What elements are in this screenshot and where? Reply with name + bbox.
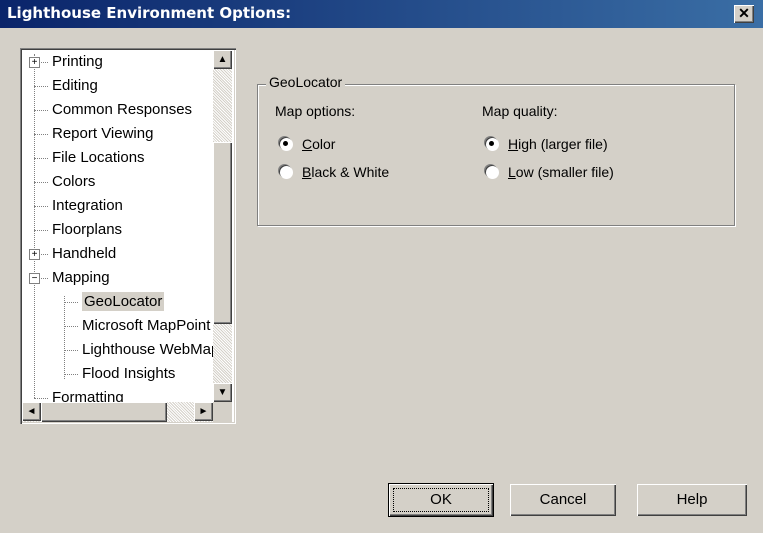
radio-button[interactable] — [485, 165, 498, 178]
expand-icon[interactable]: + — [29, 57, 40, 68]
tree-connector — [34, 110, 48, 111]
tree-item-lighthouse-webmap[interactable]: Lighthouse WebMap — [82, 338, 215, 362]
tree-connector — [64, 326, 78, 327]
radio-button[interactable] — [279, 165, 292, 178]
tree-item-geolocator[interactable]: GeoLocator — [82, 290, 165, 314]
tree-connector — [34, 54, 35, 398]
window-title: Lighthouse Environment Options: — [7, 4, 292, 22]
tree-connector — [34, 134, 48, 135]
tree-view[interactable]: + Printing Editing Common Responses Repo… — [22, 50, 215, 402]
map-options-label: Map options: — [275, 103, 356, 119]
tree-item-integration[interactable]: Integration — [52, 194, 123, 218]
tree-item-editing[interactable]: Editing — [52, 74, 98, 98]
tree-item-colors[interactable]: Colors — [52, 170, 95, 194]
tree-item-common-responses[interactable]: Common Responses — [52, 98, 192, 122]
ok-button[interactable]: OK — [388, 483, 494, 517]
group-title: GeoLocator — [266, 74, 346, 90]
scrollbar-corner — [213, 402, 232, 422]
tree-item-floorplans[interactable]: Floorplans — [52, 218, 122, 242]
vertical-scroll-thumb[interactable] — [213, 142, 232, 324]
cancel-button[interactable]: Cancel — [510, 484, 616, 516]
horizontal-scrollbar[interactable]: ◄ ► — [22, 402, 213, 422]
tree-connector — [64, 296, 65, 379]
collapse-icon[interactable]: − — [29, 273, 40, 284]
tree-item-mapping[interactable]: Mapping — [52, 266, 110, 290]
tree-item-flood-insights[interactable]: Flood Insights — [82, 362, 175, 386]
tree-connector — [34, 182, 48, 183]
radio-black-white-label[interactable]: Black & White — [302, 164, 389, 180]
radio-low-label[interactable]: Low (smaller file) — [508, 164, 614, 180]
vertical-scrollbar[interactable]: ▲ ▼ — [213, 50, 232, 402]
scroll-down-icon[interactable]: ▼ — [213, 383, 232, 402]
map-quality-label: Map quality: — [482, 103, 558, 119]
radio-button[interactable] — [279, 137, 292, 150]
scroll-up-icon[interactable]: ▲ — [213, 50, 232, 69]
tree-connector — [34, 206, 48, 207]
tree-item-formatting[interactable]: Formatting — [52, 386, 124, 402]
tree-item-printing[interactable]: Printing — [52, 50, 103, 74]
tree-item-file-locations[interactable]: File Locations — [52, 146, 145, 170]
radio-button[interactable] — [485, 137, 498, 150]
tree-item-report-viewing[interactable]: Report Viewing — [52, 122, 153, 146]
tree-connector — [34, 230, 48, 231]
title-bar: Lighthouse Environment Options: ✕ — [0, 0, 763, 28]
tree-item-handheld[interactable]: Handheld — [52, 242, 116, 266]
tree-connector — [34, 158, 48, 159]
tree-connector — [34, 86, 48, 87]
tree-connector — [64, 350, 78, 351]
tree-connector — [64, 374, 78, 375]
scroll-right-icon[interactable]: ► — [194, 402, 213, 421]
help-button[interactable]: Help — [637, 484, 747, 516]
radio-color-label[interactable]: Color — [302, 136, 335, 152]
expand-icon[interactable]: + — [29, 249, 40, 260]
horizontal-scroll-thumb[interactable] — [41, 402, 167, 422]
radio-dot — [283, 141, 288, 146]
focus-rect — [393, 488, 489, 512]
radio-high-label[interactable]: High (larger file) — [508, 136, 608, 152]
radio-dot — [489, 141, 494, 146]
tree-connector — [34, 398, 48, 399]
tree-item-microsoft-mappoint[interactable]: Microsoft MapPoint — [82, 314, 210, 338]
close-icon[interactable]: ✕ — [734, 5, 754, 23]
scroll-left-icon[interactable]: ◄ — [22, 402, 41, 421]
tree-connector — [64, 302, 78, 303]
options-tree[interactable]: + Printing Editing Common Responses Repo… — [20, 48, 236, 424]
